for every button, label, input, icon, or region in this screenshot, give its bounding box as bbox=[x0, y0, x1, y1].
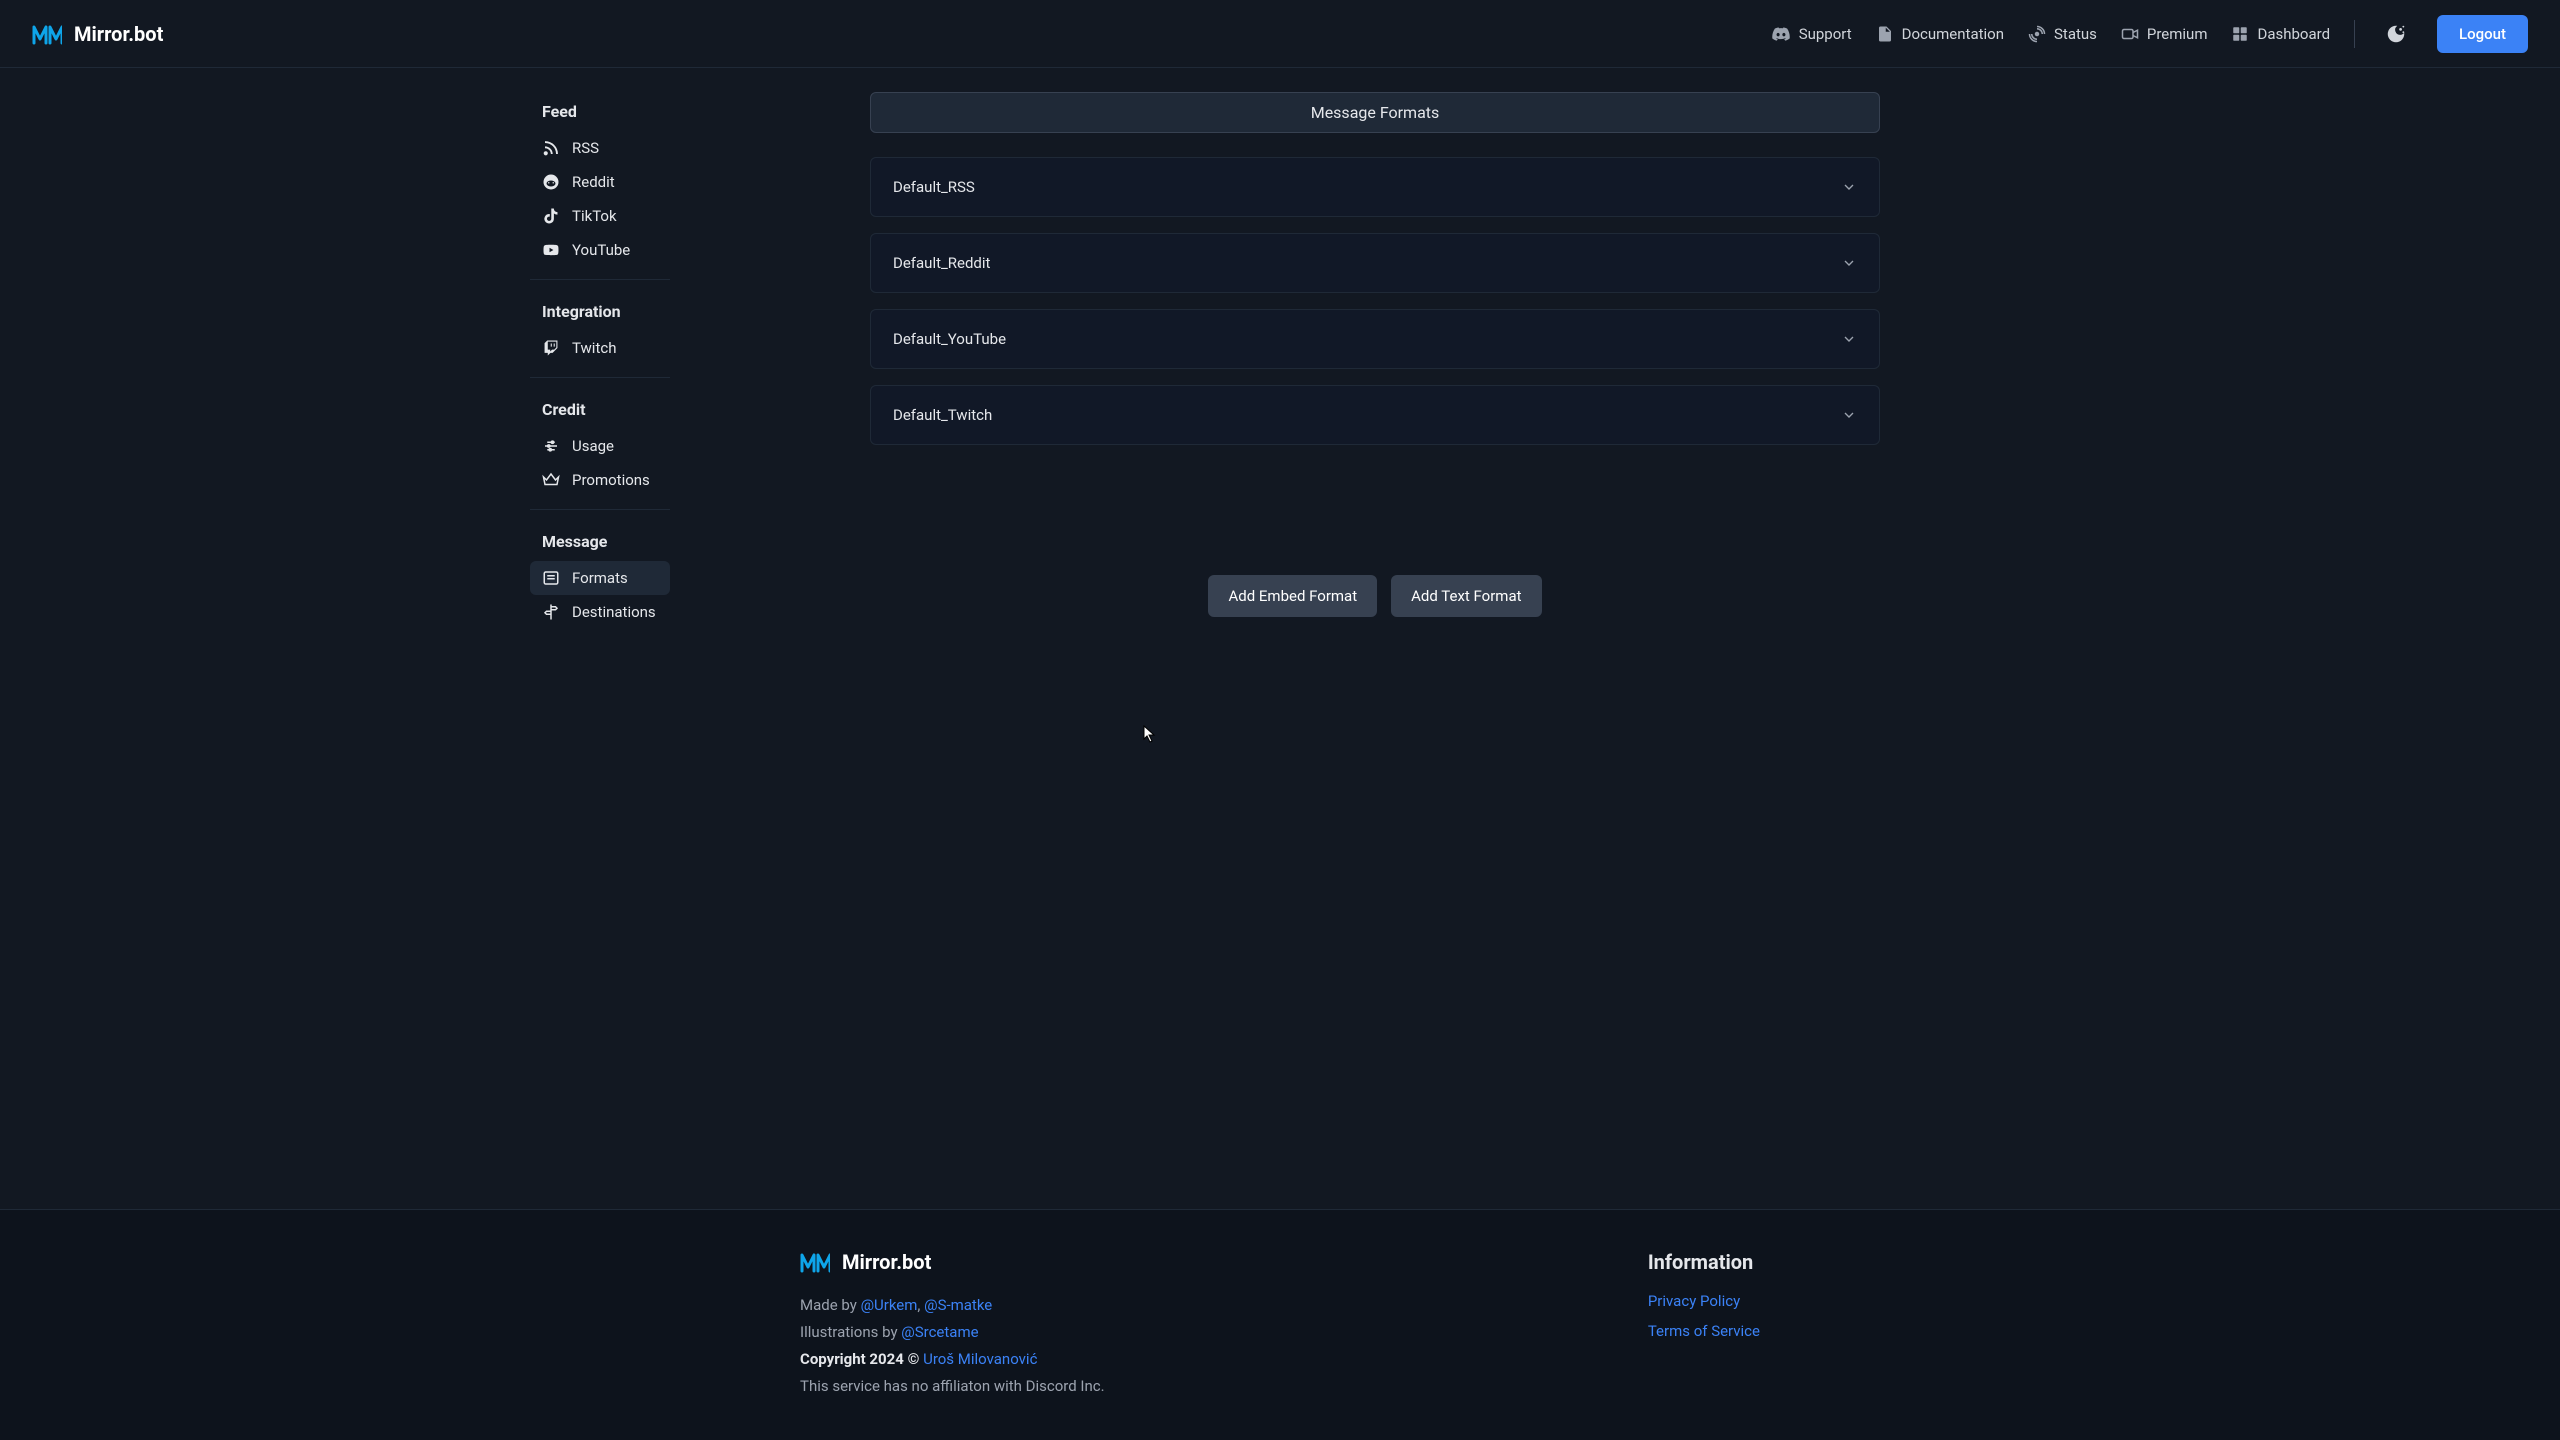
logo-icon bbox=[800, 1251, 830, 1273]
signpost-icon bbox=[542, 603, 560, 621]
sidebar-item-label: RSS bbox=[572, 139, 599, 157]
copyright-line: Copyright 2024 © Uroš Milovanović bbox=[800, 1346, 1105, 1373]
chevron-down-icon bbox=[1841, 179, 1857, 195]
disclaimer-line: This service has no affiliaton with Disc… bbox=[800, 1373, 1105, 1400]
sidebar-heading-message: Message bbox=[530, 522, 670, 561]
sidebar-divider bbox=[530, 509, 670, 510]
reddit-icon bbox=[542, 173, 560, 191]
format-item-youtube[interactable]: Default_YouTube bbox=[870, 309, 1880, 369]
format-name: Default_YouTube bbox=[893, 330, 1006, 348]
add-embed-format-button[interactable]: Add Embed Format bbox=[1208, 575, 1377, 617]
sidebar-item-label: Twitch bbox=[572, 339, 616, 357]
sidebar-heading-credit: Credit bbox=[530, 390, 670, 429]
format-item-twitch[interactable]: Default_Twitch bbox=[870, 385, 1880, 445]
twitch-icon bbox=[542, 339, 560, 357]
sidebar-item-label: Formats bbox=[572, 569, 628, 587]
brand-name: Mirror.bot bbox=[842, 1250, 931, 1274]
chevron-down-icon bbox=[1841, 255, 1857, 271]
made-by-line: Made by @Urkem, @S-matke bbox=[800, 1292, 1105, 1319]
add-text-format-button[interactable]: Add Text Format bbox=[1391, 575, 1541, 617]
discord-icon bbox=[1771, 24, 1791, 44]
format-name: Default_Twitch bbox=[893, 406, 992, 424]
sidebar-item-usage[interactable]: Usage bbox=[530, 429, 670, 463]
header: Mirror.bot Support Documentation bbox=[0, 0, 2560, 68]
author-link-2[interactable]: @S-matke bbox=[924, 1296, 992, 1314]
dashboard-icon bbox=[2231, 25, 2249, 43]
header-nav: Support Documentation Status bbox=[1771, 15, 2528, 53]
brand-name: Mirror.bot bbox=[74, 22, 163, 46]
sidebar-divider bbox=[530, 377, 670, 378]
sidebar-item-label: Promotions bbox=[572, 471, 650, 489]
footer: Mirror.bot Made by @Urkem, @S-matke Illu… bbox=[0, 1209, 2560, 1440]
nav-label: Support bbox=[1799, 25, 1852, 43]
sidebar-item-label: Destinations bbox=[572, 603, 656, 621]
sidebar: Feed RSS bbox=[480, 92, 670, 1129]
nav-divider bbox=[2354, 20, 2355, 48]
format-name: Default_Reddit bbox=[893, 254, 990, 272]
footer-info-heading: Information bbox=[1648, 1250, 1760, 1274]
terms-of-service-link[interactable]: Terms of Service bbox=[1648, 1322, 1760, 1340]
nav-support[interactable]: Support bbox=[1771, 24, 1852, 44]
premium-icon bbox=[2121, 25, 2139, 43]
theme-icon bbox=[2385, 23, 2407, 45]
copyright-name-link[interactable]: Uroš Milovanović bbox=[923, 1350, 1037, 1368]
logo-icon bbox=[32, 23, 62, 45]
format-item-reddit[interactable]: Default_Reddit bbox=[870, 233, 1880, 293]
author-link-1[interactable]: @Urkem bbox=[861, 1296, 918, 1314]
sidebar-item-label: YouTube bbox=[572, 241, 630, 259]
format-item-rss[interactable]: Default_RSS bbox=[870, 157, 1880, 217]
logo[interactable]: Mirror.bot bbox=[32, 22, 163, 46]
sidebar-item-tiktok[interactable]: TikTok bbox=[530, 199, 670, 233]
nav-label: Premium bbox=[2147, 25, 2208, 43]
theme-toggle[interactable] bbox=[2379, 17, 2413, 51]
sidebar-heading-integration: Integration bbox=[530, 292, 670, 331]
document-icon bbox=[1876, 25, 1894, 43]
nav-status[interactable]: Status bbox=[2028, 25, 2097, 43]
logout-button[interactable]: Logout bbox=[2437, 15, 2528, 53]
privacy-policy-link[interactable]: Privacy Policy bbox=[1648, 1292, 1760, 1310]
sidebar-item-label: Usage bbox=[572, 437, 614, 455]
usage-icon bbox=[542, 437, 560, 455]
chevron-down-icon bbox=[1841, 331, 1857, 347]
sidebar-item-rss[interactable]: RSS bbox=[530, 131, 670, 165]
nav-documentation[interactable]: Documentation bbox=[1876, 25, 2004, 43]
sidebar-item-twitch[interactable]: Twitch bbox=[530, 331, 670, 365]
nav-label: Status bbox=[2054, 25, 2097, 43]
formats-icon bbox=[542, 569, 560, 587]
sidebar-item-reddit[interactable]: Reddit bbox=[530, 165, 670, 199]
crown-icon bbox=[542, 471, 560, 489]
nav-dashboard[interactable]: Dashboard bbox=[2231, 25, 2330, 43]
nav-premium[interactable]: Premium bbox=[2121, 25, 2208, 43]
format-name: Default_RSS bbox=[893, 178, 975, 196]
sidebar-item-promotions[interactable]: Promotions bbox=[530, 463, 670, 497]
sidebar-item-destinations[interactable]: Destinations bbox=[530, 595, 670, 629]
sidebar-item-youtube[interactable]: YouTube bbox=[530, 233, 670, 267]
footer-logo[interactable]: Mirror.bot bbox=[800, 1250, 1105, 1274]
sidebar-heading-feed: Feed bbox=[530, 92, 670, 131]
tab-message-formats[interactable]: Message Formats bbox=[870, 92, 1880, 133]
chevron-down-icon bbox=[1841, 407, 1857, 423]
illustrator-link[interactable]: @Srcetame bbox=[901, 1323, 978, 1341]
nav-label: Dashboard bbox=[2257, 25, 2330, 43]
youtube-icon bbox=[542, 241, 560, 259]
main-content: Message Formats Default_RSS Default_Redd… bbox=[870, 92, 1880, 1129]
sidebar-item-label: TikTok bbox=[572, 207, 617, 225]
sidebar-item-label: Reddit bbox=[572, 173, 615, 191]
sidebar-divider bbox=[530, 279, 670, 280]
sidebar-item-formats[interactable]: Formats bbox=[530, 561, 670, 595]
rss-icon bbox=[542, 139, 560, 157]
illustrations-line: Illustrations by @Srcetame bbox=[800, 1319, 1105, 1346]
nav-label: Documentation bbox=[1902, 25, 2004, 43]
tiktok-icon bbox=[542, 207, 560, 225]
radar-icon bbox=[2028, 25, 2046, 43]
